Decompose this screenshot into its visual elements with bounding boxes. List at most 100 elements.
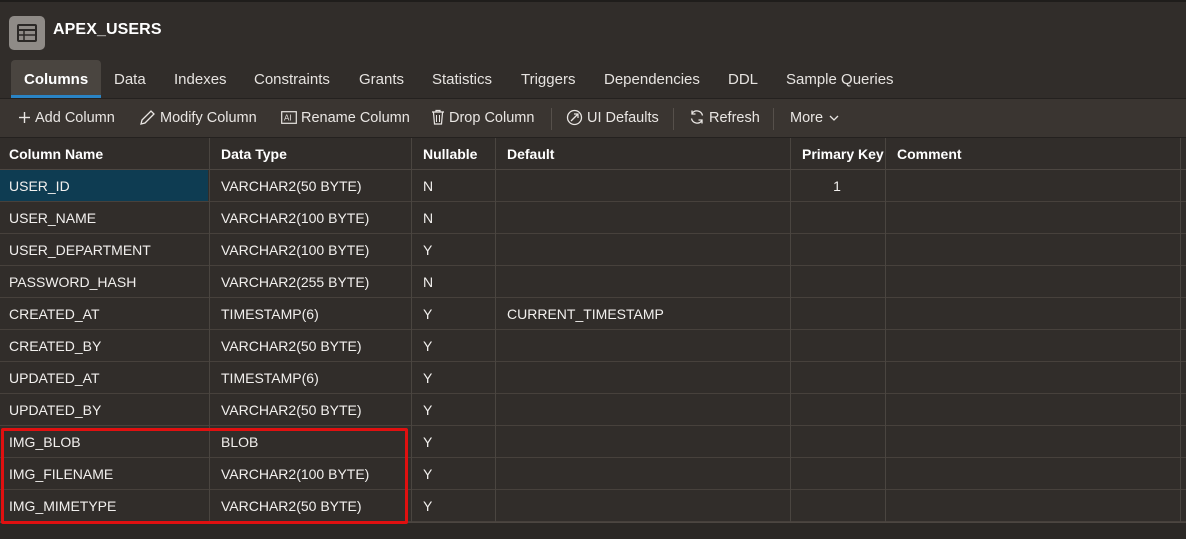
rename-column-button[interactable]: AI Rename Column	[281, 99, 410, 137]
cell-nullable[interactable]: N	[414, 170, 494, 201]
cell-comment[interactable]	[888, 362, 1178, 393]
table-row[interactable]: CREATED_BY VARCHAR2(50 BYTE) Y	[0, 330, 1186, 362]
cell-nullable[interactable]: N	[414, 266, 494, 297]
cell-primary-key[interactable]	[790, 298, 884, 329]
refresh-button[interactable]: Refresh	[689, 99, 760, 137]
cell-column-name[interactable]: USER_NAME	[0, 202, 208, 233]
cell-nullable[interactable]: Y	[414, 394, 494, 425]
cell-data-type[interactable]: VARCHAR2(50 BYTE)	[212, 330, 410, 361]
cell-comment[interactable]	[888, 298, 1178, 329]
cell-column-name[interactable]: CREATED_BY	[0, 330, 208, 361]
table-row[interactable]: IMG_MIMETYPE VARCHAR2(50 BYTE) Y	[0, 490, 1186, 522]
cell-nullable[interactable]: Y	[414, 330, 494, 361]
column-divider[interactable]	[885, 138, 886, 522]
cell-default[interactable]	[498, 362, 790, 393]
cell-comment[interactable]	[888, 458, 1178, 489]
cell-primary-key[interactable]	[790, 234, 884, 265]
cell-data-type[interactable]: VARCHAR2(50 BYTE)	[212, 394, 410, 425]
cell-column-name[interactable]: PASSWORD_HASH	[0, 266, 208, 297]
cell-data-type[interactable]: TIMESTAMP(6)	[212, 362, 410, 393]
tab-data[interactable]: Data	[101, 60, 159, 98]
column-divider[interactable]	[495, 138, 496, 522]
cell-default[interactable]	[498, 266, 790, 297]
cell-primary-key[interactable]: 1	[790, 170, 884, 201]
cell-data-type[interactable]: VARCHAR2(100 BYTE)	[212, 458, 410, 489]
cell-default[interactable]	[498, 234, 790, 265]
cell-comment[interactable]	[888, 202, 1178, 233]
tab-indexes[interactable]: Indexes	[161, 60, 240, 98]
header-data-type[interactable]: Data Type	[212, 138, 410, 169]
tab-columns[interactable]: Columns	[11, 60, 102, 98]
cell-primary-key[interactable]	[790, 426, 884, 457]
cell-nullable[interactable]: Y	[414, 426, 494, 457]
cell-column-name[interactable]: UPDATED_BY	[0, 394, 208, 425]
cell-default[interactable]	[498, 458, 790, 489]
tab-sample-queries[interactable]: Sample Queries	[773, 60, 907, 98]
cell-data-type[interactable]: VARCHAR2(50 BYTE)	[212, 490, 410, 521]
header-default[interactable]: Default	[498, 138, 790, 169]
tab-grants[interactable]: Grants	[346, 60, 417, 98]
cell-comment[interactable]	[888, 426, 1178, 457]
cell-column-name[interactable]: IMG_BLOB	[0, 426, 208, 457]
cell-comment[interactable]	[888, 490, 1178, 521]
cell-column-name[interactable]: USER_DEPARTMENT	[0, 234, 208, 265]
cell-default[interactable]	[498, 170, 790, 201]
drop-column-button[interactable]: Drop Column	[431, 99, 534, 137]
add-column-button[interactable]: Add Column	[18, 99, 115, 137]
cell-data-type[interactable]: TIMESTAMP(6)	[212, 298, 410, 329]
cell-primary-key[interactable]	[790, 490, 884, 521]
cell-default[interactable]	[498, 426, 790, 457]
table-row[interactable]: USER_ID VARCHAR2(50 BYTE) N 1	[0, 170, 1186, 202]
table-row[interactable]: USER_DEPARTMENT VARCHAR2(100 BYTE) Y	[0, 234, 1186, 266]
cell-comment[interactable]	[888, 330, 1178, 361]
cell-comment[interactable]	[888, 266, 1178, 297]
cell-nullable[interactable]: Y	[414, 298, 494, 329]
tab-statistics[interactable]: Statistics	[419, 60, 505, 98]
column-divider[interactable]	[1180, 138, 1181, 522]
header-comment[interactable]: Comment	[888, 138, 1178, 169]
cell-nullable[interactable]: Y	[414, 362, 494, 393]
cell-default[interactable]	[498, 490, 790, 521]
more-menu-button[interactable]: More	[790, 99, 839, 137]
cell-primary-key[interactable]	[790, 266, 884, 297]
cell-default[interactable]: CURRENT_TIMESTAMP	[498, 298, 790, 329]
cell-column-name[interactable]: IMG_FILENAME	[0, 458, 208, 489]
table-row[interactable]: UPDATED_BY VARCHAR2(50 BYTE) Y	[0, 394, 1186, 426]
cell-column-name[interactable]: UPDATED_AT	[0, 362, 208, 393]
tab-dependencies[interactable]: Dependencies	[591, 60, 713, 98]
tab-ddl[interactable]: DDL	[715, 60, 771, 98]
tab-constraints[interactable]: Constraints	[241, 60, 343, 98]
cell-comment[interactable]	[888, 170, 1178, 201]
cell-primary-key[interactable]	[790, 394, 884, 425]
cell-column-name[interactable]: CREATED_AT	[0, 298, 208, 329]
table-row[interactable]: UPDATED_AT TIMESTAMP(6) Y	[0, 362, 1186, 394]
cell-data-type[interactable]: VARCHAR2(255 BYTE)	[212, 266, 410, 297]
column-divider[interactable]	[790, 138, 791, 522]
cell-primary-key[interactable]	[790, 202, 884, 233]
cell-column-name[interactable]: USER_ID	[0, 170, 208, 201]
header-primary-key[interactable]: Primary Key	[793, 138, 885, 169]
modify-column-button[interactable]: Modify Column	[139, 99, 257, 137]
cell-comment[interactable]	[888, 234, 1178, 265]
cell-data-type[interactable]: VARCHAR2(100 BYTE)	[212, 202, 410, 233]
table-row[interactable]: PASSWORD_HASH VARCHAR2(255 BYTE) N	[0, 266, 1186, 298]
column-divider[interactable]	[411, 138, 412, 522]
cell-comment[interactable]	[888, 394, 1178, 425]
cell-nullable[interactable]: Y	[414, 234, 494, 265]
tab-triggers[interactable]: Triggers	[508, 60, 588, 98]
ui-defaults-button[interactable]: UI Defaults	[566, 99, 659, 137]
cell-column-name[interactable]: IMG_MIMETYPE	[0, 490, 208, 521]
table-row[interactable]: IMG_BLOB BLOB Y	[0, 426, 1186, 458]
cell-default[interactable]	[498, 330, 790, 361]
cell-primary-key[interactable]	[790, 362, 884, 393]
cell-nullable[interactable]: Y	[414, 458, 494, 489]
cell-nullable[interactable]: N	[414, 202, 494, 233]
cell-default[interactable]	[498, 202, 790, 233]
table-row[interactable]: IMG_FILENAME VARCHAR2(100 BYTE) Y	[0, 458, 1186, 490]
cell-data-type[interactable]: VARCHAR2(50 BYTE)	[212, 170, 410, 201]
header-column-name[interactable]: Column Name	[0, 138, 208, 169]
cell-primary-key[interactable]	[790, 458, 884, 489]
column-divider[interactable]	[209, 138, 210, 522]
cell-data-type[interactable]: BLOB	[212, 426, 410, 457]
cell-default[interactable]	[498, 394, 790, 425]
